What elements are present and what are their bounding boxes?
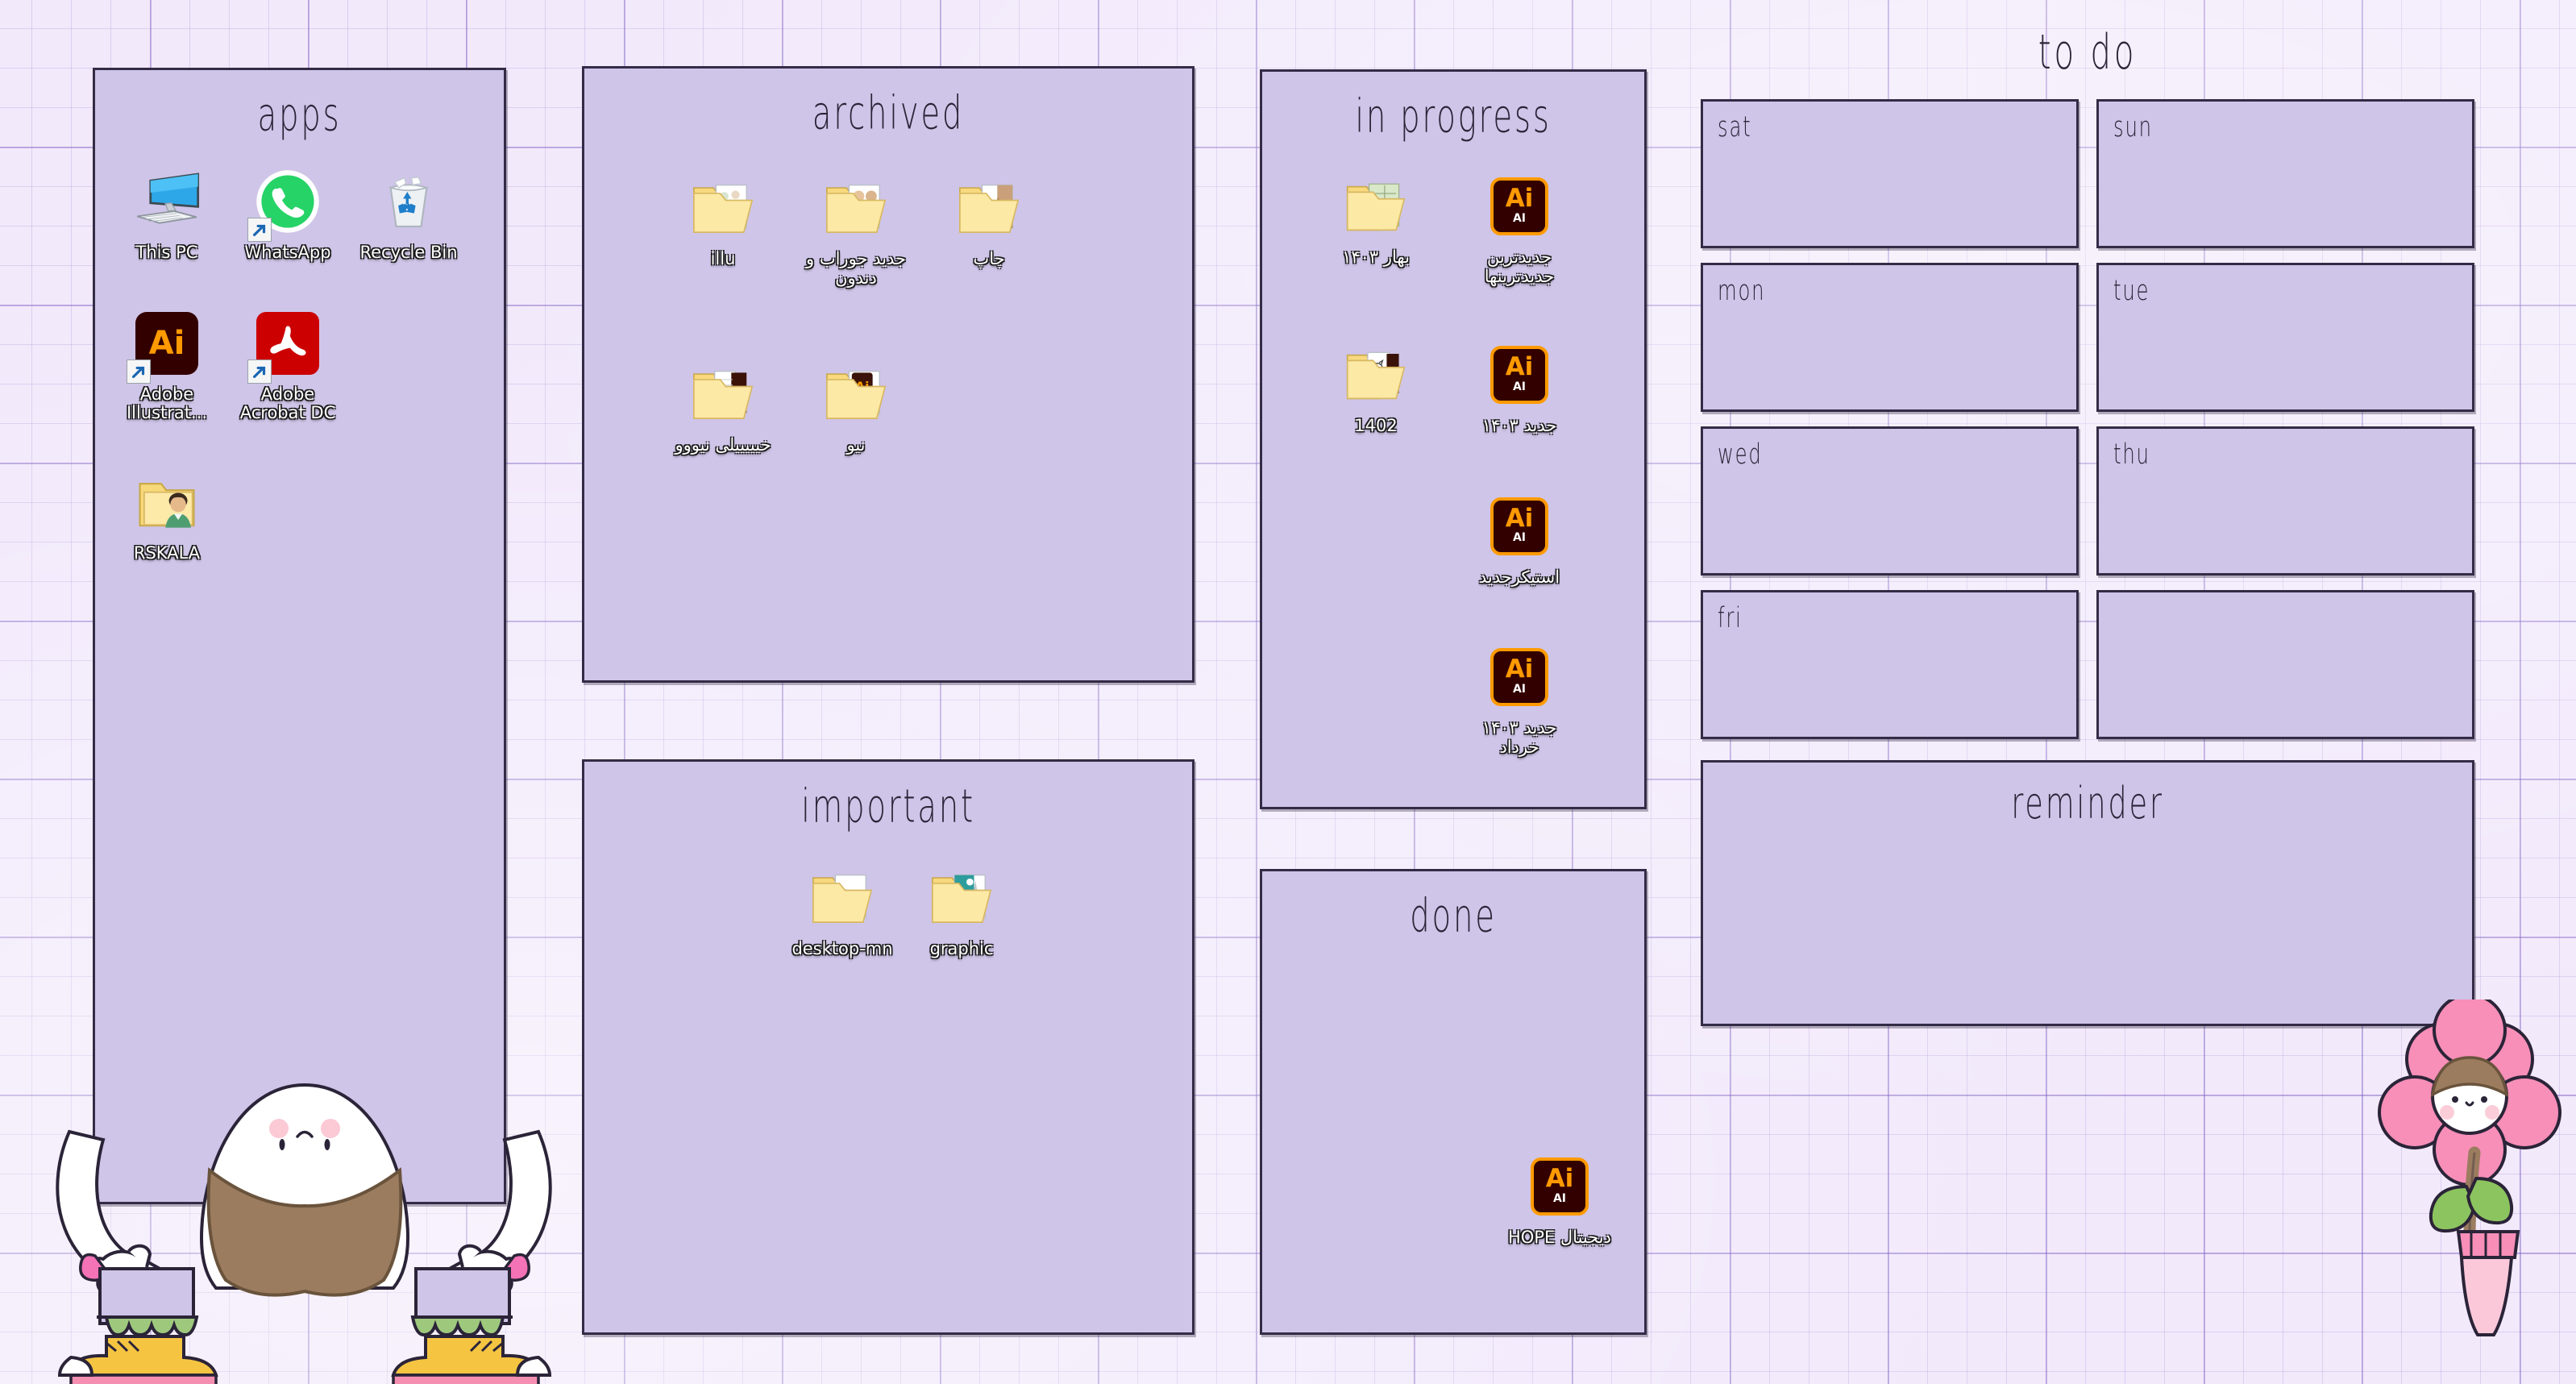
icon-label: graphic: [929, 939, 994, 958]
desktop-icon-whatsapp[interactable]: WhatsApp: [227, 155, 348, 263]
folder-icon: [804, 859, 881, 937]
desktop-icon-graphic[interactable]: graphic: [902, 851, 1021, 959]
icon-label: نیو: [846, 435, 866, 455]
icon-label: جدید ۱۴۰۳: [1481, 416, 1557, 436]
todo-day-fri[interactable]: fri: [1701, 590, 2079, 739]
desktop-icon-adobe-acrobat[interactable]: Adobe Acrobat DC: [227, 297, 348, 423]
icon-label: illu: [710, 249, 736, 268]
panel-title-done: done: [1410, 889, 1497, 943]
folder-icon: [684, 355, 762, 433]
desktop-icon-jadid-1403[interactable]: Ai AI جدید ۱۴۰۳: [1448, 328, 1591, 436]
icon-label: جدیدترین جدیدترینها: [1484, 247, 1555, 286]
icon-label: HOPE دیجیتال: [1507, 1228, 1612, 1247]
recycle-bin-icon: [370, 163, 447, 240]
day-label: tue: [2113, 275, 2150, 308]
icon-label: خیییییلی نیووو: [675, 435, 771, 455]
icon-label: This PC: [135, 243, 198, 262]
todo-day-sun[interactable]: sun: [2096, 99, 2474, 248]
day-label: fri: [1718, 602, 1743, 635]
panel-title-in-progress: in progress: [1355, 89, 1552, 143]
adobe-acrobat-icon: [247, 305, 326, 384]
desktop-icon-socks-teeth[interactable]: جدید جوراب و دندون: [787, 161, 924, 288]
desktop-icon-this-pc[interactable]: This PC: [106, 155, 227, 263]
desktop-icon-new[interactable]: Ai AI نیو: [787, 347, 924, 455]
icon-label: چاپ: [973, 249, 1005, 268]
icon-label: بهار ۱۴۰۳: [1342, 247, 1410, 267]
cartoon-character-decoration: [23, 1062, 587, 1384]
todo-day-empty[interactable]: [2096, 590, 2474, 739]
icon-label: Recycle Bin: [359, 243, 458, 262]
folder-icon: [684, 169, 762, 247]
icon-label: استیکرجدید: [1478, 567, 1560, 587]
desktop-icon-sticker-new[interactable]: Ai AI استیکرجدید: [1448, 480, 1591, 588]
desktop-icon-bahar-1403[interactable]: بهار ۱۴۰۳: [1304, 160, 1448, 286]
adobe-illustrator-file-icon: Ai AI: [1481, 488, 1558, 565]
folder-icon: [1337, 168, 1415, 245]
todo-day-tue[interactable]: tue: [2096, 263, 2474, 412]
icon-label: Adobe Illustrat...: [126, 384, 208, 423]
desktop-icon-recycle-bin[interactable]: Recycle Bin: [348, 155, 469, 263]
panel-in-progress: in progress بهار ۱۴۰۳ Ai AI جدیدترین جدی…: [1260, 69, 1647, 809]
desktop-icon-adobe-illustrator[interactable]: AiAI Adobe Illustrat...: [106, 297, 227, 423]
shortcut-overlay-icon: [247, 218, 272, 242]
icon-label: desktop-mn: [791, 939, 893, 958]
adobe-illustrator-icon: AiAI: [127, 305, 206, 384]
desktop-icon-rskala[interactable]: RSKALA: [106, 455, 227, 563]
this-pc-icon: [128, 163, 206, 240]
todo-day-grid: sat sun mon tue wed thu fri: [1701, 99, 2474, 739]
panel-important: important desktop-mn graphic: [582, 759, 1195, 1335]
icon-label: جدید ۱۴۰۳ خرداد: [1481, 718, 1557, 757]
reminder-title: reminder: [2011, 779, 2164, 829]
reminder-box[interactable]: reminder: [1701, 760, 2474, 1026]
shortcut-overlay-icon: [247, 359, 272, 384]
desktop-icon-newest[interactable]: Ai AI جدیدترین جدیدترینها: [1448, 160, 1591, 286]
day-label: wed: [1718, 438, 1763, 472]
desktop-icon-jadid-1403-khordad[interactable]: Ai AI جدید ۱۴۰۳ خرداد: [1448, 630, 1591, 757]
panel-title-important: important: [801, 779, 975, 833]
desktop-icon-hope-digital[interactable]: Ai AI HOPE دیجیتال: [1488, 1140, 1631, 1248]
icon-label: Adobe Acrobat DC: [239, 384, 336, 423]
todo-day-wed[interactable]: wed: [1701, 426, 2079, 576]
icon-label: WhatsApp: [244, 243, 331, 262]
desktop-icon-illu[interactable]: illu: [659, 161, 787, 288]
user-folder-icon: [128, 463, 206, 541]
todo-day-mon[interactable]: mon: [1701, 263, 2079, 412]
todo-day-sat[interactable]: sat: [1701, 99, 2079, 248]
todo-day-thu[interactable]: thu: [2096, 426, 2474, 576]
folder-icon: [817, 169, 895, 247]
folder-icon: [950, 169, 1028, 247]
folder-icon: Ai AI: [817, 355, 895, 433]
icon-label: 1402: [1354, 416, 1398, 436]
folder-icon: [1337, 336, 1415, 414]
panel-apps: apps This PC WhatsApp Recycle Bin Ai Ado…: [93, 68, 506, 1204]
desktop-icon-chap[interactable]: چاپ: [924, 161, 1053, 288]
day-label: thu: [2113, 438, 2150, 472]
adobe-illustrator-file-icon: Ai AI: [1481, 168, 1558, 245]
icon-label: RSKALA: [133, 542, 201, 563]
desktop-icon-1402[interactable]: 1402: [1304, 328, 1448, 436]
pink-flower-decoration: [2362, 993, 2576, 1338]
todo-section: to do sat sun mon tue wed thu fri remind…: [1701, 25, 2474, 1026]
panel-title-apps: apps: [257, 88, 342, 142]
adobe-illustrator-file-icon: Ai AI: [1481, 638, 1558, 716]
adobe-illustrator-file-icon: Ai AI: [1521, 1148, 1598, 1225]
desktop-icon-very-new[interactable]: خیییییلی نیووو: [659, 347, 787, 455]
whatsapp-icon: [247, 163, 326, 242]
todo-title: to do: [2038, 25, 2138, 81]
panel-done: done Ai AI HOPE دیجیتال: [1260, 869, 1647, 1335]
desktop-icon-desktop-mn[interactable]: desktop-mn: [783, 851, 902, 959]
panel-archived: archived illu جدید جوراب و دندون چاپ خیی…: [582, 66, 1195, 683]
adobe-illustrator-file-icon: Ai AI: [1481, 336, 1558, 414]
icon-label: جدید جوراب و دندون: [806, 249, 906, 288]
panel-title-archived: archived: [812, 86, 965, 140]
shortcut-overlay-icon: [127, 359, 151, 384]
day-label: sun: [2113, 111, 2153, 144]
day-label: sat: [1718, 111, 1752, 144]
day-label: mon: [1718, 275, 1766, 308]
folder-icon: [923, 859, 1000, 937]
